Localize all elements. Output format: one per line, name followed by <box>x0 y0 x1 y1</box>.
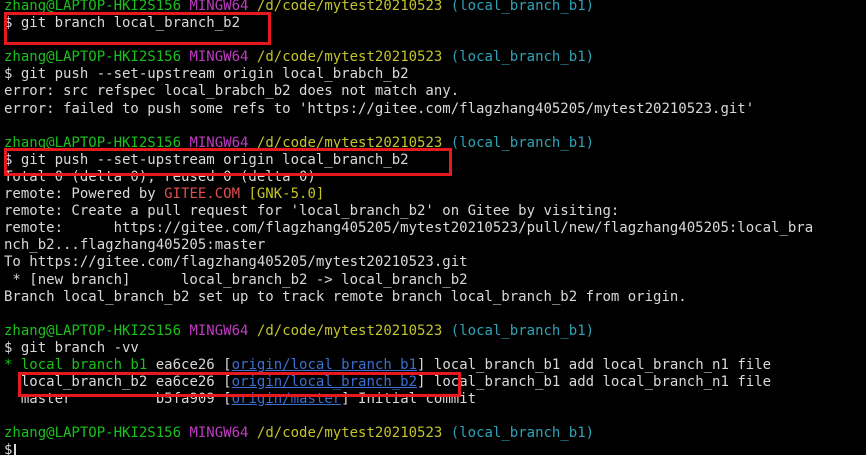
prompt-user-host: zhang@LAPTOP-HKI2S156 <box>4 0 182 14</box>
prompt-line: zhang@LAPTOP-HKI2S156 MINGW64 /d/code/my… <box>4 135 866 152</box>
prompt-shell: MINGW64 <box>189 49 249 66</box>
prompt-user-host: zhang@LAPTOP-HKI2S156 <box>4 425 182 442</box>
prompt-shell: MINGW64 <box>189 0 249 14</box>
prompt-line: zhang@LAPTOP-HKI2S156 MINGW64 /d/code/my… <box>4 0 866 15</box>
branch-message: local_branch_b1 add local_branch_n1 file <box>433 356 772 373</box>
prompt-path: /d/code/mytest20210523 <box>256 134 443 151</box>
prompt-branch: (local_branch_b1) <box>450 425 595 442</box>
branch-hash: b5fa909 <box>155 391 215 408</box>
prompt-dollar: $ <box>4 442 13 455</box>
prompt-path: /d/code/mytest20210523 <box>256 0 443 14</box>
output-line: To https://gitee.com/flagzhang405205/myt… <box>4 254 468 271</box>
gitee-brand: GITEE.COM <box>164 186 241 203</box>
branch-message: Initial commit <box>358 391 477 408</box>
prompt-path: /d/code/mytest20210523 <box>256 322 443 339</box>
output-line: * [new branch] local_branch_b2 -> local_… <box>4 271 468 288</box>
branch-name: local_branch_b1 <box>20 356 148 373</box>
branch-row: local_branch_b2 ea6ce26 [origin/local_br… <box>4 374 866 391</box>
branch-hash: ea6ce26 <box>155 374 215 391</box>
terminal-window[interactable]: zhang@LAPTOP-HKI2S156 MINGW64 /d/code/my… <box>4 0 866 455</box>
branch-row: * local_branch_b1 ea6ce26 [origin/local_… <box>4 356 772 373</box>
output-line: Branch local_branch_b2 set up to track r… <box>4 288 687 305</box>
text-cursor <box>14 444 17 455</box>
branch-hash: ea6ce26 <box>155 356 215 373</box>
prompt-shell: MINGW64 <box>189 322 249 339</box>
prompt-path: /d/code/mytest20210523 <box>256 49 443 66</box>
branch-marker <box>4 374 21 390</box>
command-line: $ git push --set-upstream origin local_b… <box>4 66 409 83</box>
prompt-line: zhang@LAPTOP-HKI2S156 MINGW64 /d/code/my… <box>4 323 866 340</box>
prompt-branch: (local_branch_b1) <box>450 0 595 14</box>
branch-upstream: origin/master <box>231 391 342 408</box>
command-line: $ git branch -vv <box>4 339 139 356</box>
branch-upstream: origin/local_branch_b1 <box>231 356 418 373</box>
branch-name: local_branch_b2 <box>20 374 148 391</box>
prompt-shell: MINGW64 <box>189 425 249 442</box>
branch-row: master b5fa909 [origin/master] Initial c… <box>4 391 866 408</box>
branch-marker: * <box>4 356 21 373</box>
prompt-branch: (local_branch_b1) <box>450 134 595 151</box>
error-line: error: src refspec local_brabch_b2 does … <box>4 83 460 100</box>
error-line: error: failed to push some refs to 'http… <box>4 100 755 117</box>
prompt-branch: (local_branch_b1) <box>450 49 595 66</box>
prompt-line: zhang@LAPTOP-HKI2S156 MINGW64 /d/code/my… <box>4 49 866 66</box>
prompt-path: /d/code/mytest20210523 <box>256 425 443 442</box>
prompt-user-host: zhang@LAPTOP-HKI2S156 <box>4 322 182 339</box>
output-line: remote: Powered by GITEE.COM [GNK-5.0] <box>4 186 866 203</box>
output-line: remote: Create a pull request for 'local… <box>4 203 620 220</box>
command-input-line[interactable]: $ <box>4 442 866 455</box>
branch-marker <box>4 391 21 407</box>
prompt-shell: MINGW64 <box>189 134 249 151</box>
command-line: $ git push --set-upstream origin local_b… <box>4 151 409 168</box>
output-line: nch_b2...flagzhang405205:master <box>4 237 266 254</box>
gnk-version: [GNK-5.0] <box>248 186 325 203</box>
command-line: $ git branch local_branch_b2 <box>4 15 241 32</box>
output-line: remote: https://gitee.com/flagzhang40520… <box>4 220 814 237</box>
remote-powered-label: remote: Powered by <box>4 186 165 203</box>
prompt-branch: (local_branch_b1) <box>450 322 595 339</box>
branch-upstream: origin/local_branch_b2 <box>231 374 418 391</box>
branch-message: local_branch_b1 add local_branch_n1 file <box>433 374 772 391</box>
branch-name: master <box>20 391 72 408</box>
prompt-user-host: zhang@LAPTOP-HKI2S156 <box>4 134 182 151</box>
prompt-user-host: zhang@LAPTOP-HKI2S156 <box>4 49 182 66</box>
prompt-line: zhang@LAPTOP-HKI2S156 MINGW64 /d/code/my… <box>4 425 866 442</box>
output-line: Total 0 (delta 0), reused 0 (delta 0) <box>4 168 316 185</box>
